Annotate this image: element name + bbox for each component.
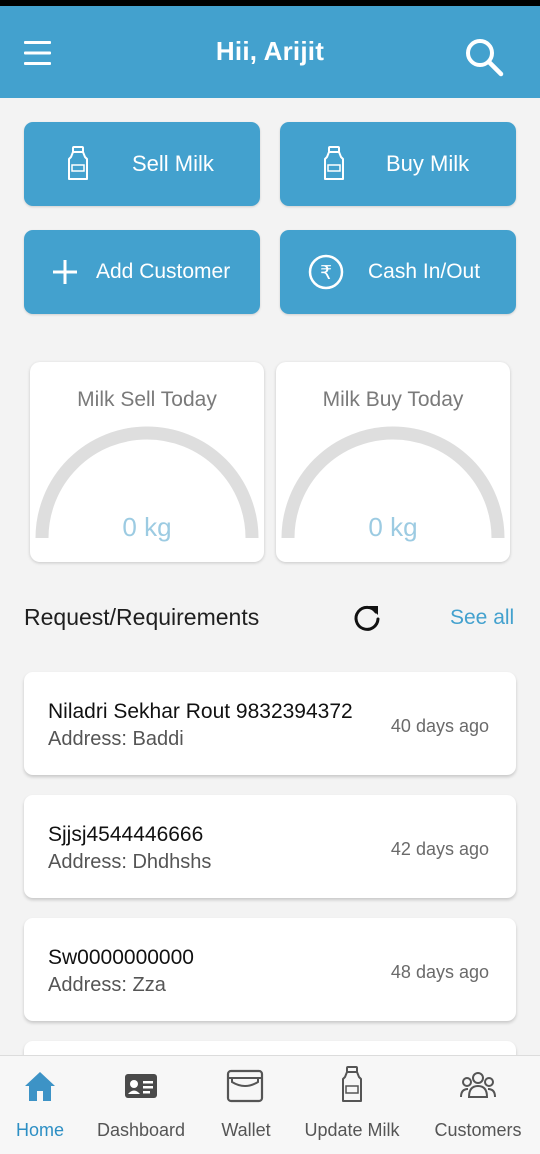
request-item[interactable]: Sjjsj4544446666 Address: Dhdhshs 42 days… [24,795,516,898]
milk-buy-today-card: Milk Buy Today 0 kg [276,362,510,562]
svg-text:₹: ₹ [320,262,332,284]
cash-in-out-button[interactable]: ₹ Cash In/Out [280,230,516,314]
sell-milk-label: Sell Milk [132,151,214,176]
nav-home[interactable]: Home [0,1056,80,1154]
request-address: Address: Zza [48,974,166,996]
milk-sell-today-value: 0 kg [122,512,172,542]
requests-section-title: Request/Requirements [24,604,260,630]
request-address: Address: Dhdhshs [48,851,212,873]
nav-update-milk-label: Update Milk [304,1120,400,1140]
refresh-icon[interactable] [352,603,382,633]
nav-update-milk[interactable]: Update Milk [298,1056,406,1154]
request-name: Sjjsj4544446666 [48,823,204,846]
nav-dashboard[interactable]: Dashboard [86,1056,196,1154]
search-icon[interactable] [462,36,506,80]
request-address: Address: Baddi [48,728,184,750]
rupee-icon: ₹ [308,254,344,290]
home-icon [25,1072,55,1101]
nav-home-label: Home [15,1120,64,1140]
bottom-navigation: Home Dashboard Wallet Update Milk Custom… [0,1055,540,1154]
add-customer-button[interactable]: Add Customer [24,230,260,314]
request-name: Niladri Sekhar Rout 9832394372 [48,700,353,723]
request-time-ago: 42 days ago [390,839,489,859]
nav-wallet[interactable]: Wallet [200,1056,292,1154]
nav-customers-label: Customers [434,1120,522,1140]
see-all-link[interactable]: See all [450,606,514,630]
request-item[interactable]: Sw0000000000 Address: Zza 48 days ago [24,918,516,1021]
request-item[interactable]: Niladri Sekhar Rout 9832394372 Address: … [24,672,516,775]
buy-milk-label: Buy Milk [386,151,470,176]
page-title: Hii, Arijit [215,36,325,66]
nav-dashboard-label: Dashboard [96,1120,186,1140]
add-customer-label: Add Customer [96,260,231,283]
milk-bottle-icon [324,146,344,180]
request-time-ago: 40 days ago [390,716,489,736]
id-card-icon [125,1074,157,1098]
sell-milk-button[interactable]: Sell Milk [24,122,260,206]
group-icon [460,1072,496,1098]
milk-bottle-icon [68,146,88,180]
cash-in-out-label: Cash In/Out [368,260,481,283]
milk-sell-today-card: Milk Sell Today 0 kg [30,362,264,562]
buy-milk-button[interactable]: Buy Milk [280,122,516,206]
wallet-icon [226,1069,264,1103]
nav-customers[interactable]: Customers [420,1056,536,1154]
milk-bottle-icon [342,1066,362,1102]
milk-buy-today-value: 0 kg [368,512,418,542]
plus-icon [53,260,77,284]
request-name: Sw0000000000 [48,946,194,969]
app-bar: Hii, Arijit [0,6,540,98]
request-time-ago: 48 days ago [390,962,489,982]
nav-wallet-label: Wallet [221,1120,271,1140]
